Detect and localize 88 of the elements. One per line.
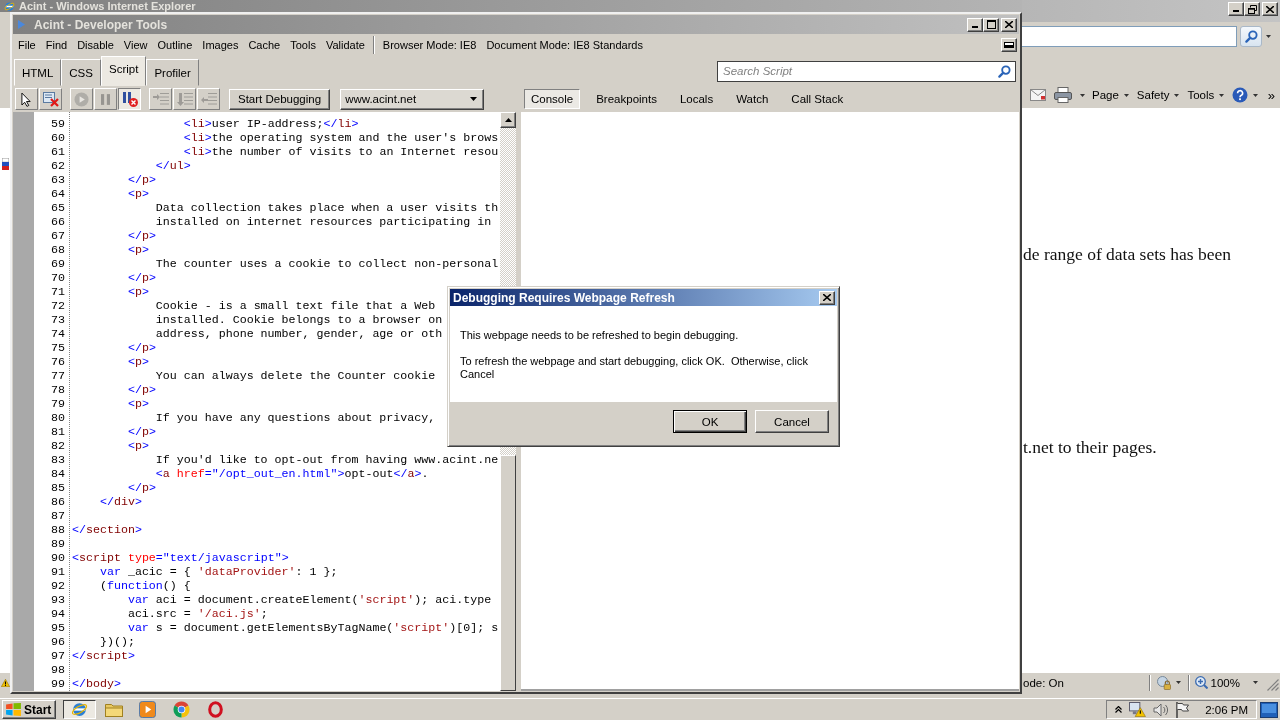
line-number: 90	[51, 551, 65, 564]
line-number: 96	[51, 635, 65, 648]
line-number: 91	[51, 565, 65, 578]
code-line: </body>	[72, 677, 121, 690]
code-line: (function() {	[99, 579, 191, 592]
page-text: t.net to their pages.	[1023, 436, 1157, 458]
code-line: </p>	[127, 229, 156, 242]
code-line: <p>	[127, 187, 149, 200]
code-line: Data collection takes place when a user visits th	[155, 201, 499, 214]
line-number: 61	[51, 145, 65, 158]
code-line: <script type="text/javascript">	[72, 551, 289, 564]
line-number: 86	[51, 495, 65, 508]
code-line: var aci = document.createElement('script'); aci.type	[127, 593, 492, 606]
code-line: aci.src = '/aci.js';	[127, 607, 268, 620]
line-number: 93	[51, 593, 65, 606]
code-line: </p>	[127, 481, 156, 494]
code-line: If you have any questions about privacy,	[155, 411, 436, 424]
code-line: })();	[99, 635, 135, 648]
code-line: </ul>	[155, 159, 191, 172]
line-number: 62	[51, 159, 65, 172]
window-title: Acint - Developer Tools	[34, 17, 168, 32]
line-number: 65	[51, 201, 65, 214]
code-line: </script>	[72, 649, 135, 662]
line-number: 60	[51, 131, 65, 144]
message-text: To refresh the webpage and start debugging, click OK. Otherwise, click Cancel	[460, 355, 809, 381]
line-number: 66	[51, 215, 65, 228]
line-number: 89	[51, 537, 65, 550]
code-line: <p>	[127, 397, 149, 410]
code-line: var s = document.getElementsByTagName('script')[0]; s	[127, 621, 499, 634]
line-number: 85	[51, 481, 65, 494]
code-line: </p>	[127, 271, 156, 284]
line-number: 83	[51, 453, 65, 466]
code-line: address, phone number, gender, age or oth	[155, 327, 443, 340]
code-line: </p>	[127, 425, 156, 438]
line-number: 87	[51, 509, 65, 522]
code-line: </section>	[72, 523, 142, 536]
line-number: 92	[51, 579, 65, 592]
clock: 2:06 PM	[1205, 703, 1248, 716]
code-line: var _acic = { 'dataProvider': 1 };	[99, 565, 338, 578]
line-number: 63	[51, 173, 65, 186]
code-line: <li>the operating system and the user's brows	[183, 131, 499, 144]
line-number: 81	[51, 425, 65, 438]
code-line: </p>	[127, 173, 156, 186]
code-line: Cookie - is a small text file that a Web	[155, 299, 436, 312]
line-number: 94	[51, 607, 65, 620]
code-line: </p>	[127, 383, 156, 396]
code-line: If you'd like to opt-out from having www.acint.ne	[155, 453, 499, 466]
line-number: 88	[51, 523, 65, 536]
line-number: 76	[51, 355, 65, 368]
code-line: </p>	[127, 341, 156, 354]
line-number: 71	[51, 285, 65, 298]
code-line: installed. Cookie belongs to a browser on	[155, 313, 443, 326]
code-line: <p>	[127, 355, 149, 368]
line-number: 70	[51, 271, 65, 284]
line-number: 82	[51, 439, 65, 452]
page-text: de range of data sets has been	[1023, 243, 1231, 265]
line-number: 64	[51, 187, 65, 200]
code-line: </div>	[99, 495, 142, 508]
line-number: 67	[51, 229, 65, 242]
line-number: 72	[51, 299, 65, 312]
line-number: 95	[51, 621, 65, 634]
code-line: <p>	[127, 285, 149, 298]
line-number: 97	[51, 649, 65, 662]
line-number: 75	[51, 341, 65, 354]
code-line: The counter uses a cookie to collect non-personal	[155, 257, 499, 270]
line-number: 73	[51, 313, 65, 326]
line-number: 84	[51, 467, 65, 480]
code-line: <li>the number of visits to an Internet resou	[183, 145, 499, 158]
code-line: <li>user IP-address;</li>	[183, 117, 359, 130]
line-number: 79	[51, 397, 65, 410]
code-line: <p>	[127, 243, 149, 256]
message-text: This webpage needs to be refreshed to begin debugging.	[460, 329, 739, 342]
line-number: 99	[51, 677, 65, 690]
code-line: <a href="/opt_out_en.html">opt-out</a>.	[155, 467, 429, 480]
line-number: 74	[51, 327, 65, 340]
code-line: installed on internet resources participating in	[155, 215, 492, 228]
dialog-title: Debugging Requires Webpage Refresh	[453, 290, 675, 305]
line-number: 80	[51, 411, 65, 424]
status-text: ode: On	[1022, 676, 1064, 689]
line-number: 59	[51, 117, 65, 130]
line-number: 98	[51, 663, 65, 676]
line-number: 77	[51, 369, 65, 382]
window-title: Acint - Windows Internet Explorer	[19, 0, 196, 12]
line-number: 69	[51, 257, 65, 270]
code-line: <p>	[127, 439, 149, 452]
line-number: 78	[51, 383, 65, 396]
line-number: 68	[51, 243, 65, 256]
code-line: You can always delete the Counter cookie	[155, 369, 436, 382]
